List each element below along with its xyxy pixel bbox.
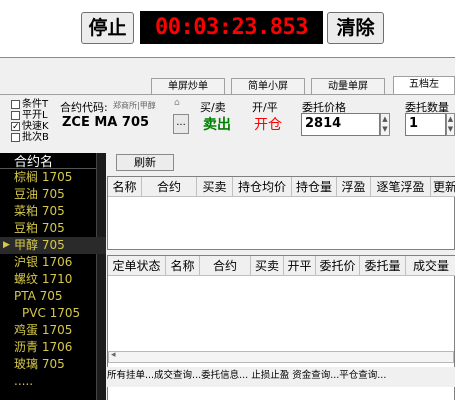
- tab-single-screen[interactable]: 单屏炒单: [151, 78, 225, 94]
- positions-col-qty[interactable]: 持仓量: [292, 177, 337, 197]
- orders-col-qty[interactable]: 委托量: [360, 256, 406, 276]
- orders-col-contract[interactable]: 合约: [200, 256, 251, 276]
- contract-item-selected[interactable]: 甲醇 705: [0, 237, 106, 254]
- positions-col-name[interactable]: 名称: [108, 177, 142, 197]
- positions-grid[interactable]: 名称 合约 买卖 持仓均价 持仓量 浮盈 逐笔浮盈 更新: [107, 176, 455, 250]
- positions-col-update[interactable]: 更新: [431, 177, 455, 197]
- checkbox-box[interactable]: ✓: [11, 122, 20, 132]
- contract-item[interactable]: PTA 705: [0, 288, 106, 305]
- scroll-left-icon[interactable]: ◂: [111, 350, 116, 360]
- price-input[interactable]: 2814: [301, 113, 380, 136]
- buysell-label: 买/卖: [200, 101, 226, 114]
- clear-button[interactable]: 清除: [327, 12, 384, 44]
- contract-list: 合约名 棕榈 1705 豆油 705 菜粕 705 豆粕 705 甲醇 705 …: [0, 153, 106, 400]
- checkbox-box[interactable]: [11, 133, 20, 142]
- lock-icon: ⌂: [174, 98, 180, 108]
- elapsed-timer: 00:03:23.853: [140, 11, 323, 44]
- openclose-label: 开/平: [252, 101, 278, 114]
- orders-col-openclose[interactable]: 开平: [284, 256, 316, 276]
- stop-button[interactable]: 停止: [81, 12, 134, 44]
- positions-col-tick-pnl[interactable]: 逐笔浮盈: [371, 177, 431, 197]
- orders-col-buysell[interactable]: 买卖: [251, 256, 284, 276]
- contract-item[interactable]: 豆油 705: [0, 186, 106, 203]
- positions-col-buysell[interactable]: 买卖: [197, 177, 233, 197]
- contract-item[interactable]: 棕榈 1705: [0, 169, 106, 186]
- option-label: 快速K: [22, 121, 49, 132]
- positions-col-contract[interactable]: 合约: [142, 177, 197, 197]
- contract-item[interactable]: 玻璃 705: [0, 356, 106, 373]
- contract-hint: 郑商所|甲醇: [113, 101, 156, 110]
- orders-col-name[interactable]: 名称: [166, 256, 200, 276]
- buysell-value[interactable]: 卖出: [203, 114, 231, 134]
- contract-item[interactable]: 豆粕 705: [0, 220, 106, 237]
- contract-item[interactable]: .....: [0, 373, 106, 390]
- openclose-value[interactable]: 开仓: [254, 114, 282, 134]
- contract-item[interactable]: 螺纹 1710: [0, 271, 106, 288]
- tab-five-level[interactable]: 五档左: [393, 76, 455, 95]
- option-label: 平开L: [22, 110, 48, 121]
- checkbox-box[interactable]: [11, 100, 20, 109]
- browse-button[interactable]: ...: [173, 114, 189, 134]
- positions-col-avg-price[interactable]: 持仓均价: [233, 177, 292, 197]
- orders-hscrollbar[interactable]: ◂: [108, 350, 454, 363]
- positions-col-float-pnl[interactable]: 浮盈: [337, 177, 371, 197]
- option-label: 批次B: [22, 132, 49, 143]
- qty-spinner[interactable]: ▲ ▼: [446, 113, 455, 136]
- selection-arrow-icon: ▶: [3, 240, 10, 250]
- contract-item[interactable]: 沥青 1706: [0, 339, 106, 356]
- trading-panel: 单屏炒单 简单小屏 动量单屏 五档左 条件T 平开L ✓ 快速K 批次B 合约代…: [0, 57, 455, 400]
- refresh-button[interactable]: 刷新: [116, 154, 174, 171]
- orders-col-status[interactable]: 定单状态: [108, 256, 166, 276]
- price-spinner[interactable]: ▲ ▼: [380, 113, 390, 136]
- contract-item[interactable]: 鸡蛋 1705: [0, 322, 106, 339]
- tab-momentum[interactable]: 动量单屏: [311, 78, 385, 94]
- orders-col-filled[interactable]: 成交量: [406, 256, 455, 276]
- contract-input[interactable]: ZCE MA 705: [60, 113, 172, 135]
- tab-baseline: [0, 94, 455, 95]
- contract-item[interactable]: 沪银 1706: [0, 254, 106, 271]
- checkbox-box[interactable]: [11, 111, 20, 120]
- contract-item[interactable]: 菜粕 705: [0, 203, 106, 220]
- orders-col-price[interactable]: 委托价: [316, 256, 360, 276]
- contract-item[interactable]: PVC 1705: [0, 305, 106, 322]
- query-bar[interactable]: 所有挂单...成交查询...委托信息... 止损止盈 资金查询...平仓查询..…: [106, 367, 455, 387]
- option-label: 条件T: [22, 99, 49, 110]
- tab-simple-small[interactable]: 简单小屏: [231, 78, 305, 94]
- qty-input[interactable]: 1: [405, 113, 446, 136]
